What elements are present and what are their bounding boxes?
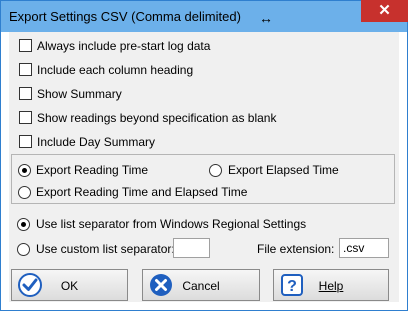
export-reading-time-label: Export Reading Time	[36, 163, 149, 177]
use-custom-separator-label: Use custom list separator:	[36, 242, 175, 256]
include-headings-checkbox[interactable]	[19, 63, 32, 76]
export-both-times-radio[interactable]	[18, 186, 31, 199]
close-icon: ✕	[378, 2, 391, 19]
include-headings-label: Include each column heading	[37, 63, 194, 77]
export-elapsed-time-label: Export Elapsed Time	[228, 163, 339, 177]
title-bar[interactable]: Export Settings CSV (Comma delimited) ↔ …	[1, 0, 408, 32]
help-label: Help	[318, 279, 344, 293]
use-custom-separator-radio[interactable]	[17, 243, 30, 256]
dialog-body: Always include pre-start log data Includ…	[9, 32, 399, 302]
cancel-button[interactable]: Cancel	[142, 269, 260, 301]
beyond-spec-blank-label: Show readings beyond specification as bl…	[37, 111, 277, 125]
custom-separator-input[interactable]	[173, 238, 210, 258]
help-button[interactable]: ? Help	[273, 269, 389, 301]
always-prestart-label: Always include pre-start log data	[37, 39, 211, 53]
use-regional-separator-label: Use list separator from Windows Regional…	[36, 217, 307, 231]
close-button[interactable]: ✕	[361, 0, 408, 22]
include-day-summary-checkbox[interactable]	[19, 135, 32, 148]
export-both-times-label: Export Reading Time and Elapsed Time	[36, 185, 248, 199]
export-elapsed-time-radio[interactable]	[209, 164, 222, 177]
beyond-spec-blank-checkbox[interactable]	[19, 111, 32, 124]
include-day-summary-label: Include Day Summary	[37, 135, 156, 149]
export-time-group: Export Reading Time Export Elapsed Time …	[11, 154, 395, 204]
file-extension-input[interactable]: .csv	[339, 238, 389, 258]
always-prestart-checkbox[interactable]	[19, 39, 32, 52]
show-summary-label: Show Summary	[37, 87, 122, 101]
ok-label: OK	[60, 279, 79, 293]
file-extension-label: File extension:	[257, 242, 335, 256]
cancel-label: Cancel	[182, 279, 220, 293]
export-reading-time-radio[interactable]	[18, 164, 31, 177]
window-title: Export Settings CSV (Comma delimited)	[9, 9, 241, 24]
export-settings-dialog: Export Settings CSV (Comma delimited) ↔ …	[0, 0, 408, 311]
resize-arrows-icon: ↔	[259, 10, 273, 26]
ok-button[interactable]: OK	[11, 269, 128, 301]
show-summary-checkbox[interactable]	[19, 87, 32, 100]
use-regional-separator-radio[interactable]	[17, 218, 30, 231]
